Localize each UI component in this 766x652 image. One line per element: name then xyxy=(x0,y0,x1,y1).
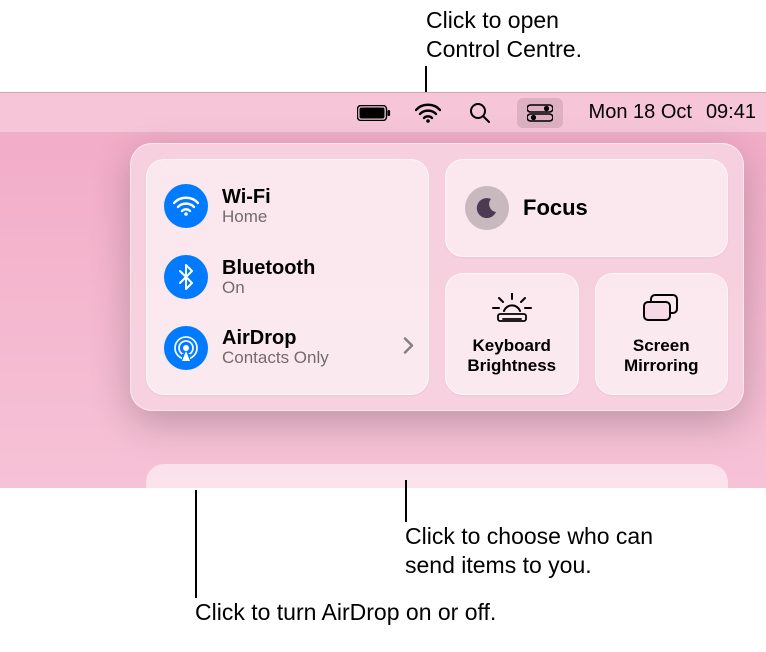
menu-time: 09:41 xyxy=(706,101,756,124)
bluetooth-sub: On xyxy=(222,279,315,298)
keyboard-brightness-label: Keyboard Brightness xyxy=(467,336,556,375)
screen-mirroring-tile[interactable]: Screen Mirroring xyxy=(595,273,729,395)
wifi-toggle-icon[interactable] xyxy=(164,184,208,228)
airdrop-title: AirDrop xyxy=(222,327,329,349)
keyboard-brightness-tile[interactable]: Keyboard Brightness xyxy=(445,273,579,395)
control-centre-panel: Wi-Fi Home Bluetooth On xyxy=(130,143,744,411)
control-centre-icon[interactable] xyxy=(517,98,563,128)
bluetooth-text: Bluetooth On xyxy=(222,257,315,298)
callout-line xyxy=(405,480,407,522)
focus-tile[interactable]: Focus xyxy=(445,159,728,257)
keyboard-brightness-icon xyxy=(492,293,532,328)
wifi-text: Wi-Fi Home xyxy=(222,186,271,227)
focus-label: Focus xyxy=(523,195,588,221)
connectivity-tile: Wi-Fi Home Bluetooth On xyxy=(146,159,429,395)
airdrop-chevron[interactable] xyxy=(403,336,415,359)
callout-line xyxy=(195,490,197,598)
battery-icon[interactable] xyxy=(357,93,391,133)
spotlight-icon[interactable] xyxy=(465,93,495,133)
screenshot-region: Mon 18 Oct 09:41 Wi-Fi Home xyxy=(0,92,766,488)
callout-control-centre: Click to open Control Centre. xyxy=(426,6,582,64)
airdrop-sub: Contacts Only xyxy=(222,349,329,368)
airdrop-toggle-icon[interactable] xyxy=(164,326,208,370)
wifi-row[interactable]: Wi-Fi Home xyxy=(154,178,421,234)
menu-bar: Mon 18 Oct 09:41 xyxy=(0,93,766,133)
airdrop-text: AirDrop Contacts Only xyxy=(222,327,329,368)
menu-datetime[interactable]: Mon 18 Oct 09:41 xyxy=(589,101,756,124)
wifi-title: Wi-Fi xyxy=(222,186,271,208)
focus-icon xyxy=(465,186,509,230)
callout-airdrop-chevron: Click to choose who can send items to yo… xyxy=(405,522,653,580)
small-tiles-row: Keyboard Brightness Screen Mirroring xyxy=(445,273,728,395)
wifi-sub: Home xyxy=(222,208,271,227)
airdrop-row[interactable]: AirDrop Contacts Only xyxy=(154,320,421,376)
menu-date: Mon 18 Oct xyxy=(589,101,692,124)
bluetooth-row[interactable]: Bluetooth On xyxy=(154,249,421,305)
partial-tile-peek xyxy=(146,464,728,494)
wifi-status-icon[interactable] xyxy=(413,93,443,133)
bluetooth-toggle-icon[interactable] xyxy=(164,255,208,299)
screen-mirroring-icon xyxy=(641,293,681,328)
screen-mirroring-label: Screen Mirroring xyxy=(624,336,699,375)
callout-airdrop-toggle: Click to turn AirDrop on or off. xyxy=(195,598,496,627)
bluetooth-title: Bluetooth xyxy=(222,257,315,279)
